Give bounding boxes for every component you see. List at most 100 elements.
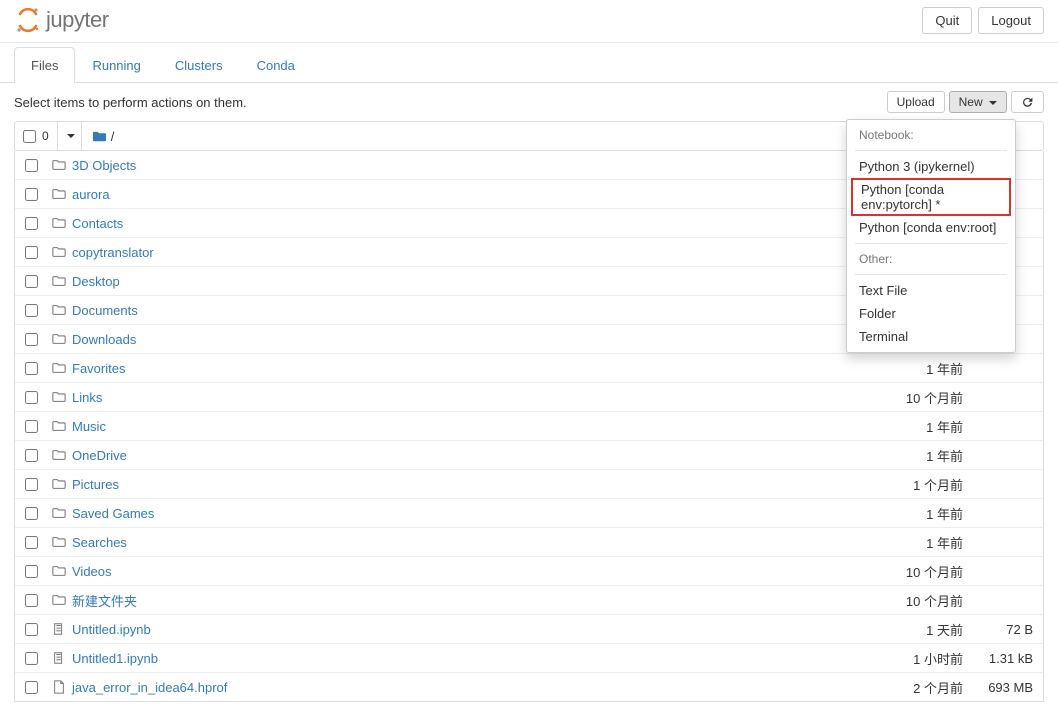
action-hint-text: Select items to perform actions on them. — [14, 95, 247, 110]
upload-button[interactable]: Upload — [887, 91, 945, 113]
tab-conda[interactable]: Conda — [240, 47, 312, 83]
dropdown-item-pytorch[interactable]: Python [conda env:pytorch] * — [851, 178, 1011, 216]
select-all-checkbox-group[interactable]: 0 — [15, 122, 58, 150]
breadcrumb-root[interactable]: / — [111, 129, 115, 144]
file-row: Untitled1.ipynb1 小时前1.31 kB — [15, 644, 1043, 673]
file-name-link[interactable]: Untitled1.ipynb — [72, 651, 873, 666]
folder-icon — [52, 419, 66, 433]
file-name-link[interactable]: Searches — [72, 535, 873, 550]
dropdown-item-terminal[interactable]: Terminal — [847, 325, 1015, 348]
logout-button[interactable]: Logout — [978, 7, 1044, 34]
file-name-link[interactable]: Links — [72, 390, 873, 405]
dropdown-item-root[interactable]: Python [conda env:root] — [847, 216, 1015, 239]
select-all-group: 0 — [15, 122, 82, 150]
new-dropdown-menu: Notebook: Python 3 (ipykernel) Python [c… — [846, 119, 1016, 353]
tab-running[interactable]: Running — [75, 47, 157, 83]
file-date: 10 个月前 — [873, 562, 963, 581]
folder-icon — [52, 332, 66, 346]
file-checkbox[interactable] — [25, 246, 38, 259]
file-name-link[interactable]: Documents — [72, 303, 873, 318]
tab-clusters[interactable]: Clusters — [158, 47, 240, 83]
file-checkbox[interactable] — [25, 652, 38, 665]
breadcrumb: / — [82, 129, 125, 144]
new-button[interactable]: New — [949, 91, 1007, 113]
dropdown-item-folder[interactable]: Folder — [847, 302, 1015, 325]
folder-icon — [52, 274, 66, 288]
file-checkbox[interactable] — [25, 217, 38, 230]
file-checkbox[interactable] — [25, 159, 38, 172]
folder-icon — [52, 506, 66, 520]
dropdown-divider — [855, 274, 1007, 275]
logo-text: jupyter — [46, 7, 109, 33]
file-checkbox[interactable] — [25, 420, 38, 433]
file-checkbox[interactable] — [25, 681, 38, 694]
folder-icon — [52, 216, 66, 230]
file-name-link[interactable]: Videos — [72, 564, 873, 579]
jupyter-logo-icon — [14, 6, 42, 34]
file-name-link[interactable]: Pictures — [72, 477, 873, 492]
quit-button[interactable]: Quit — [922, 7, 972, 34]
file-checkbox[interactable] — [25, 391, 38, 404]
file-checkbox[interactable] — [25, 188, 38, 201]
logo[interactable]: jupyter — [14, 6, 109, 34]
file-checkbox[interactable] — [25, 275, 38, 288]
file-checkbox[interactable] — [25, 478, 38, 491]
file-date: 1 年前 — [873, 417, 963, 436]
file-date: 1 年前 — [873, 533, 963, 552]
notebook-icon — [52, 651, 66, 665]
file-checkbox[interactable] — [25, 449, 38, 462]
file-date: 1 小时前 — [873, 649, 963, 668]
file-row: Saved Games1 年前 — [15, 499, 1043, 528]
folder-icon — [52, 448, 66, 462]
dropdown-item-textfile[interactable]: Text File — [847, 279, 1015, 302]
file-name-link[interactable]: copytranslator — [72, 245, 873, 260]
folder-home-icon[interactable] — [92, 129, 107, 144]
dropdown-item-python3[interactable]: Python 3 (ipykernel) — [847, 155, 1015, 178]
file-date: 2 个月前 — [873, 678, 963, 697]
file-checkbox[interactable] — [25, 507, 38, 520]
file-name-link[interactable]: Contacts — [72, 216, 873, 231]
file-row: Links10 个月前 — [15, 383, 1043, 412]
file-date: 1 年前 — [873, 446, 963, 465]
folder-icon — [52, 303, 66, 317]
file-size: 1.31 kB — [963, 651, 1033, 666]
folder-icon — [52, 245, 66, 259]
file-checkbox[interactable] — [25, 594, 38, 607]
folder-icon — [52, 390, 66, 404]
file-name-link[interactable]: Desktop — [72, 274, 873, 289]
file-checkbox[interactable] — [25, 623, 38, 636]
file-checkbox[interactable] — [25, 565, 38, 578]
file-name-link[interactable]: aurora — [72, 187, 873, 202]
tabs: Files Running Clusters Conda — [0, 47, 1058, 83]
file-name-link[interactable]: Music — [72, 419, 873, 434]
folder-icon — [52, 158, 66, 172]
dropdown-header-other: Other: — [847, 248, 1015, 270]
file-name-link[interactable]: Saved Games — [72, 506, 873, 521]
select-dropdown-toggle[interactable] — [58, 122, 81, 150]
file-name-link[interactable]: Untitled.ipynb — [72, 622, 873, 637]
file-checkbox[interactable] — [25, 304, 38, 317]
file-name-link[interactable]: 新建文件夹 — [72, 591, 873, 610]
list-header-right: te — [1022, 129, 1043, 144]
file-checkbox[interactable] — [25, 536, 38, 549]
file-checkbox[interactable] — [25, 362, 38, 375]
file-date: 1 年前 — [873, 359, 963, 378]
select-all-checkbox[interactable] — [23, 130, 36, 143]
file-checkbox[interactable] — [25, 333, 38, 346]
notebook-icon — [52, 622, 66, 636]
caret-down-icon — [67, 134, 75, 138]
toolbar-right: Upload New Notebook: Python 3 (ipykernel… — [887, 91, 1044, 113]
file-name-link[interactable]: java_error_in_idea64.hprof — [72, 680, 873, 695]
selected-count: 0 — [42, 129, 49, 143]
file-name-link[interactable]: OneDrive — [72, 448, 873, 463]
refresh-icon — [1021, 96, 1034, 109]
file-name-link[interactable]: Downloads — [72, 332, 873, 347]
new-button-label: New — [959, 95, 983, 109]
refresh-button[interactable] — [1011, 91, 1044, 113]
file-row: Favorites1 年前 — [15, 354, 1043, 383]
file-name-link[interactable]: 3D Objects — [72, 158, 873, 173]
file-name-link[interactable]: Favorites — [72, 361, 873, 376]
sub-header: Select items to perform actions on them.… — [0, 83, 1058, 121]
tab-files[interactable]: Files — [14, 47, 75, 83]
file-date: 10 个月前 — [873, 591, 963, 610]
